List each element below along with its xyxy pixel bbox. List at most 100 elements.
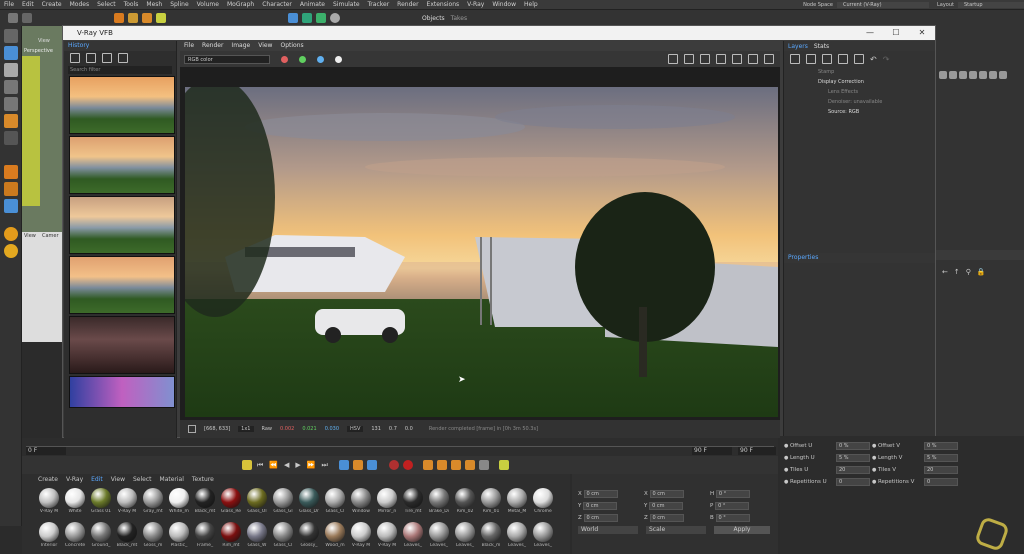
menu-window[interactable]: Window: [488, 0, 520, 10]
add-layer-icon[interactable]: [790, 54, 800, 64]
vfb-menu-options[interactable]: Options: [276, 41, 307, 51]
material-swatch[interactable]: Interior: [37, 520, 61, 554]
channel-select[interactable]: RGB color: [184, 54, 270, 64]
menu-edit[interactable]: Edit: [18, 0, 38, 10]
material-swatch[interactable]: Chrome: [531, 486, 555, 520]
locked-workplane-icon[interactable]: [3, 199, 18, 213]
light-icon[interactable]: [330, 13, 340, 23]
layer-display-correction[interactable]: Display Correction: [784, 77, 935, 87]
timeline-end-field[interactable]: 90 F: [692, 447, 732, 455]
size-z-field[interactable]: 0 cm: [649, 513, 684, 522]
model-mode-icon[interactable]: [3, 29, 18, 43]
material-swatch[interactable]: Rim_01: [479, 486, 503, 520]
menu-tracker[interactable]: Tracker: [364, 0, 394, 10]
material-swatch[interactable]: Glass_W: [245, 520, 269, 554]
object-tag-icon[interactable]: [999, 71, 1007, 79]
material-swatch[interactable]: Glass_Cl: [271, 520, 295, 554]
record-icon[interactable]: [388, 460, 399, 470]
motion-icon[interactable]: [498, 460, 509, 470]
alpha-channel-toggle[interactable]: [335, 55, 342, 63]
cube-icon[interactable]: [288, 13, 298, 23]
menu-simulate[interactable]: Simulate: [329, 0, 364, 10]
attr-field[interactable]: 0 %: [923, 441, 958, 450]
menu-help[interactable]: Help: [520, 0, 542, 10]
redo-icon[interactable]: [22, 13, 32, 23]
zoom-select[interactable]: 1x1: [238, 426, 254, 432]
material-swatch[interactable]: Ground_: [89, 520, 113, 554]
object-tag-icon[interactable]: [979, 71, 987, 79]
material-swatch[interactable]: Black_mt: [115, 520, 139, 554]
green-channel-toggle[interactable]: [299, 55, 306, 63]
menu-select[interactable]: Select: [93, 0, 120, 10]
record-active-icon[interactable]: [402, 460, 413, 470]
viewport2-camera-tab[interactable]: Camer: [42, 233, 59, 239]
object-tag-icon[interactable]: [939, 71, 947, 79]
undo-icon[interactable]: [8, 13, 18, 23]
position-key-icon[interactable]: [422, 460, 433, 470]
layer-source-rgb[interactable]: Source: RGB: [784, 107, 935, 117]
material-swatch[interactable]: Leaves_: [427, 520, 451, 554]
timeline-ruler[interactable]: [26, 439, 774, 447]
search-icon[interactable]: ⚲: [966, 268, 971, 276]
viewport-perspective[interactable]: Perspective View: [22, 26, 64, 232]
prev-frame-icon[interactable]: ◀: [284, 461, 289, 469]
timeline-start-field[interactable]: 0 F: [26, 447, 66, 455]
menu-mograph[interactable]: MoGraph: [223, 0, 258, 10]
timeline[interactable]: 0 F 90 F 90 F: [22, 438, 778, 456]
history-save-icon[interactable]: [70, 53, 80, 63]
object-tag-icon[interactable]: [989, 71, 997, 79]
menu-animate[interactable]: Animate: [296, 0, 329, 10]
vfb-menu-file[interactable]: File: [180, 41, 198, 51]
viewport-view-tab[interactable]: View: [38, 38, 50, 44]
scale-icon[interactable]: [128, 13, 138, 23]
subdivision-icon[interactable]: [316, 13, 326, 23]
material-swatch[interactable]: Metal_M: [505, 486, 529, 520]
material-swatch[interactable]: Rim_mt: [219, 520, 243, 554]
blue-channel-toggle[interactable]: [317, 55, 324, 63]
save-image-icon[interactable]: [668, 54, 678, 64]
color-space-select[interactable]: HSV: [347, 426, 364, 432]
menu-extensions[interactable]: Extensions: [423, 0, 464, 10]
mat-menu-edit[interactable]: Edit: [91, 476, 103, 483]
scale-key-icon[interactable]: [450, 460, 461, 470]
viewport-camera[interactable]: View Camer: [22, 232, 64, 342]
layer-stamp[interactable]: Stamp: [784, 67, 935, 77]
material-swatch[interactable]: Black_mt: [193, 486, 217, 520]
history-thumb[interactable]: [69, 76, 175, 134]
edges-mode-icon[interactable]: [3, 97, 18, 111]
layout-select[interactable]: Startup: [958, 2, 1024, 8]
loop-icon[interactable]: [338, 460, 349, 470]
material-swatch[interactable]: Plastic_: [167, 520, 191, 554]
minimize-button[interactable]: —: [857, 26, 883, 40]
polygons-mode-icon[interactable]: [3, 114, 18, 128]
material-swatch[interactable]: White_m: [167, 486, 191, 520]
attr-field[interactable]: 5 %: [835, 453, 870, 462]
vfb-menu-image[interactable]: Image: [227, 41, 254, 51]
material-swatch[interactable]: Brake_Di: [427, 486, 451, 520]
history-tab[interactable]: History: [64, 41, 176, 51]
mat-menu-create[interactable]: Create: [38, 476, 58, 483]
object-tag-icon[interactable]: [969, 71, 977, 79]
history-search-input[interactable]: Search filter: [68, 66, 172, 74]
material-swatch[interactable]: Window: [349, 486, 373, 520]
menu-mesh[interactable]: Mesh: [142, 0, 166, 10]
size-y-field[interactable]: 0 cm: [649, 501, 684, 510]
material-swatch[interactable]: Wood_m: [323, 520, 347, 554]
vfb-titlebar[interactable]: V-Ray VFB — ☐ ✕: [63, 26, 935, 40]
scale-select[interactable]: Scale: [646, 526, 706, 534]
attr-field[interactable]: 20: [835, 465, 870, 474]
region-render-icon[interactable]: [700, 54, 710, 64]
red-channel-toggle[interactable]: [281, 55, 288, 63]
lock-icon[interactable]: 🔒: [977, 268, 986, 276]
tab-takes[interactable]: Takes: [451, 15, 467, 22]
mat-menu-material[interactable]: Material: [160, 476, 184, 483]
play-icon[interactable]: ▶: [295, 461, 300, 469]
menu-render[interactable]: Render: [393, 0, 422, 10]
node-space-select[interactable]: Current (V-Ray): [837, 2, 929, 8]
menu-create[interactable]: Create: [38, 0, 66, 10]
pos-z-field[interactable]: 0 cm: [583, 513, 618, 522]
object-tag-icon[interactable]: [949, 71, 957, 79]
material-swatch[interactable]: V-Ray M: [115, 486, 139, 520]
rotation-key-icon[interactable]: [436, 460, 447, 470]
history-delete-icon[interactable]: [118, 53, 128, 63]
